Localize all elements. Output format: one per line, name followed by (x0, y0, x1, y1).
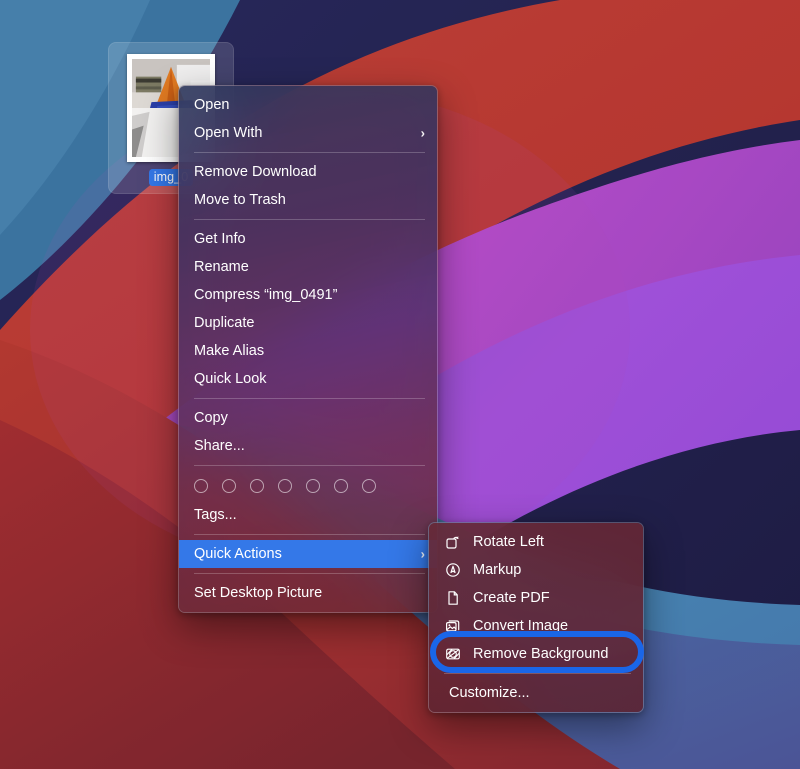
convert-image-icon (442, 617, 464, 635)
menu-item-label: Tags... (194, 508, 425, 523)
menu-item-label: Get Info (194, 232, 425, 247)
submenu-item-label: Remove Background (473, 647, 629, 662)
menu-item-label: Remove Download (194, 165, 425, 180)
submenu-item-rotate-left[interactable]: Rotate Left (429, 528, 643, 556)
menu-item-share[interactable]: Share... (179, 432, 437, 460)
menu-item-label: Open With (194, 126, 411, 141)
menu-item-remove-download[interactable]: Remove Download (179, 158, 437, 186)
chevron-right-icon: › (421, 126, 425, 139)
menu-item-move-to-trash[interactable]: Move to Trash (179, 186, 437, 214)
menu-item-label: Move to Trash (194, 193, 425, 208)
submenu-item-markup[interactable]: Markup (429, 556, 643, 584)
submenu-item-label: Customize... (449, 686, 629, 701)
chevron-right-icon: › (421, 547, 425, 560)
tag-dot[interactable] (194, 479, 208, 493)
submenu-item-label: Convert Image (473, 619, 629, 634)
remove-background-icon (442, 645, 464, 663)
menu-item-label: Open (194, 98, 425, 113)
menu-separator (194, 152, 425, 153)
menu-item-set-desktop-picture[interactable]: Set Desktop Picture (179, 579, 437, 607)
menu-item-open-with[interactable]: Open With › (179, 119, 437, 147)
submenu-item-label: Markup (473, 563, 629, 578)
rotate-left-icon (442, 533, 464, 551)
menu-item-label: Copy (194, 411, 425, 426)
menu-item-label: Make Alias (194, 344, 425, 359)
menu-item-label: Quick Actions (194, 547, 411, 562)
menu-item-quick-look[interactable]: Quick Look (179, 365, 437, 393)
submenu-separator (444, 673, 631, 674)
menu-item-copy[interactable]: Copy (179, 404, 437, 432)
menu-item-get-info[interactable]: Get Info (179, 225, 437, 253)
menu-separator (194, 534, 425, 535)
menu-separator (194, 219, 425, 220)
submenu-item-label: Create PDF (473, 591, 629, 606)
menu-item-compress[interactable]: Compress “img_0491” (179, 281, 437, 309)
tag-color-dots[interactable] (179, 471, 437, 501)
menu-separator (194, 398, 425, 399)
markup-icon (442, 561, 464, 579)
menu-item-duplicate[interactable]: Duplicate (179, 309, 437, 337)
menu-item-quick-actions[interactable]: Quick Actions › (179, 540, 437, 568)
menu-item-rename[interactable]: Rename (179, 253, 437, 281)
menu-item-label: Set Desktop Picture (194, 586, 425, 601)
tag-dot[interactable] (250, 479, 264, 493)
menu-item-label: Rename (194, 260, 425, 275)
menu-item-open[interactable]: Open (179, 91, 437, 119)
tag-dot[interactable] (306, 479, 320, 493)
submenu-item-convert-image[interactable]: Convert Image (429, 612, 643, 640)
submenu-item-create-pdf[interactable]: Create PDF (429, 584, 643, 612)
tag-dot[interactable] (362, 479, 376, 493)
menu-item-label: Quick Look (194, 372, 425, 387)
tag-dot[interactable] (334, 479, 348, 493)
menu-item-make-alias[interactable]: Make Alias (179, 337, 437, 365)
context-menu[interactable]: Open Open With › Remove Download Move to… (178, 85, 438, 613)
menu-item-tags[interactable]: Tags... (179, 501, 437, 529)
menu-separator (194, 573, 425, 574)
submenu-item-label: Rotate Left (473, 535, 629, 550)
quick-actions-submenu[interactable]: Rotate Left Markup Create PDF (428, 522, 644, 713)
submenu-item-remove-background[interactable]: Remove Background (429, 640, 643, 668)
tag-dot[interactable] (278, 479, 292, 493)
create-pdf-icon (442, 589, 464, 607)
tag-dot[interactable] (222, 479, 236, 493)
menu-item-label: Compress “img_0491” (194, 288, 425, 303)
menu-separator (194, 465, 425, 466)
menu-item-label: Duplicate (194, 316, 425, 331)
submenu-item-customize[interactable]: Customize... (429, 679, 643, 707)
menu-item-label: Share... (194, 439, 425, 454)
